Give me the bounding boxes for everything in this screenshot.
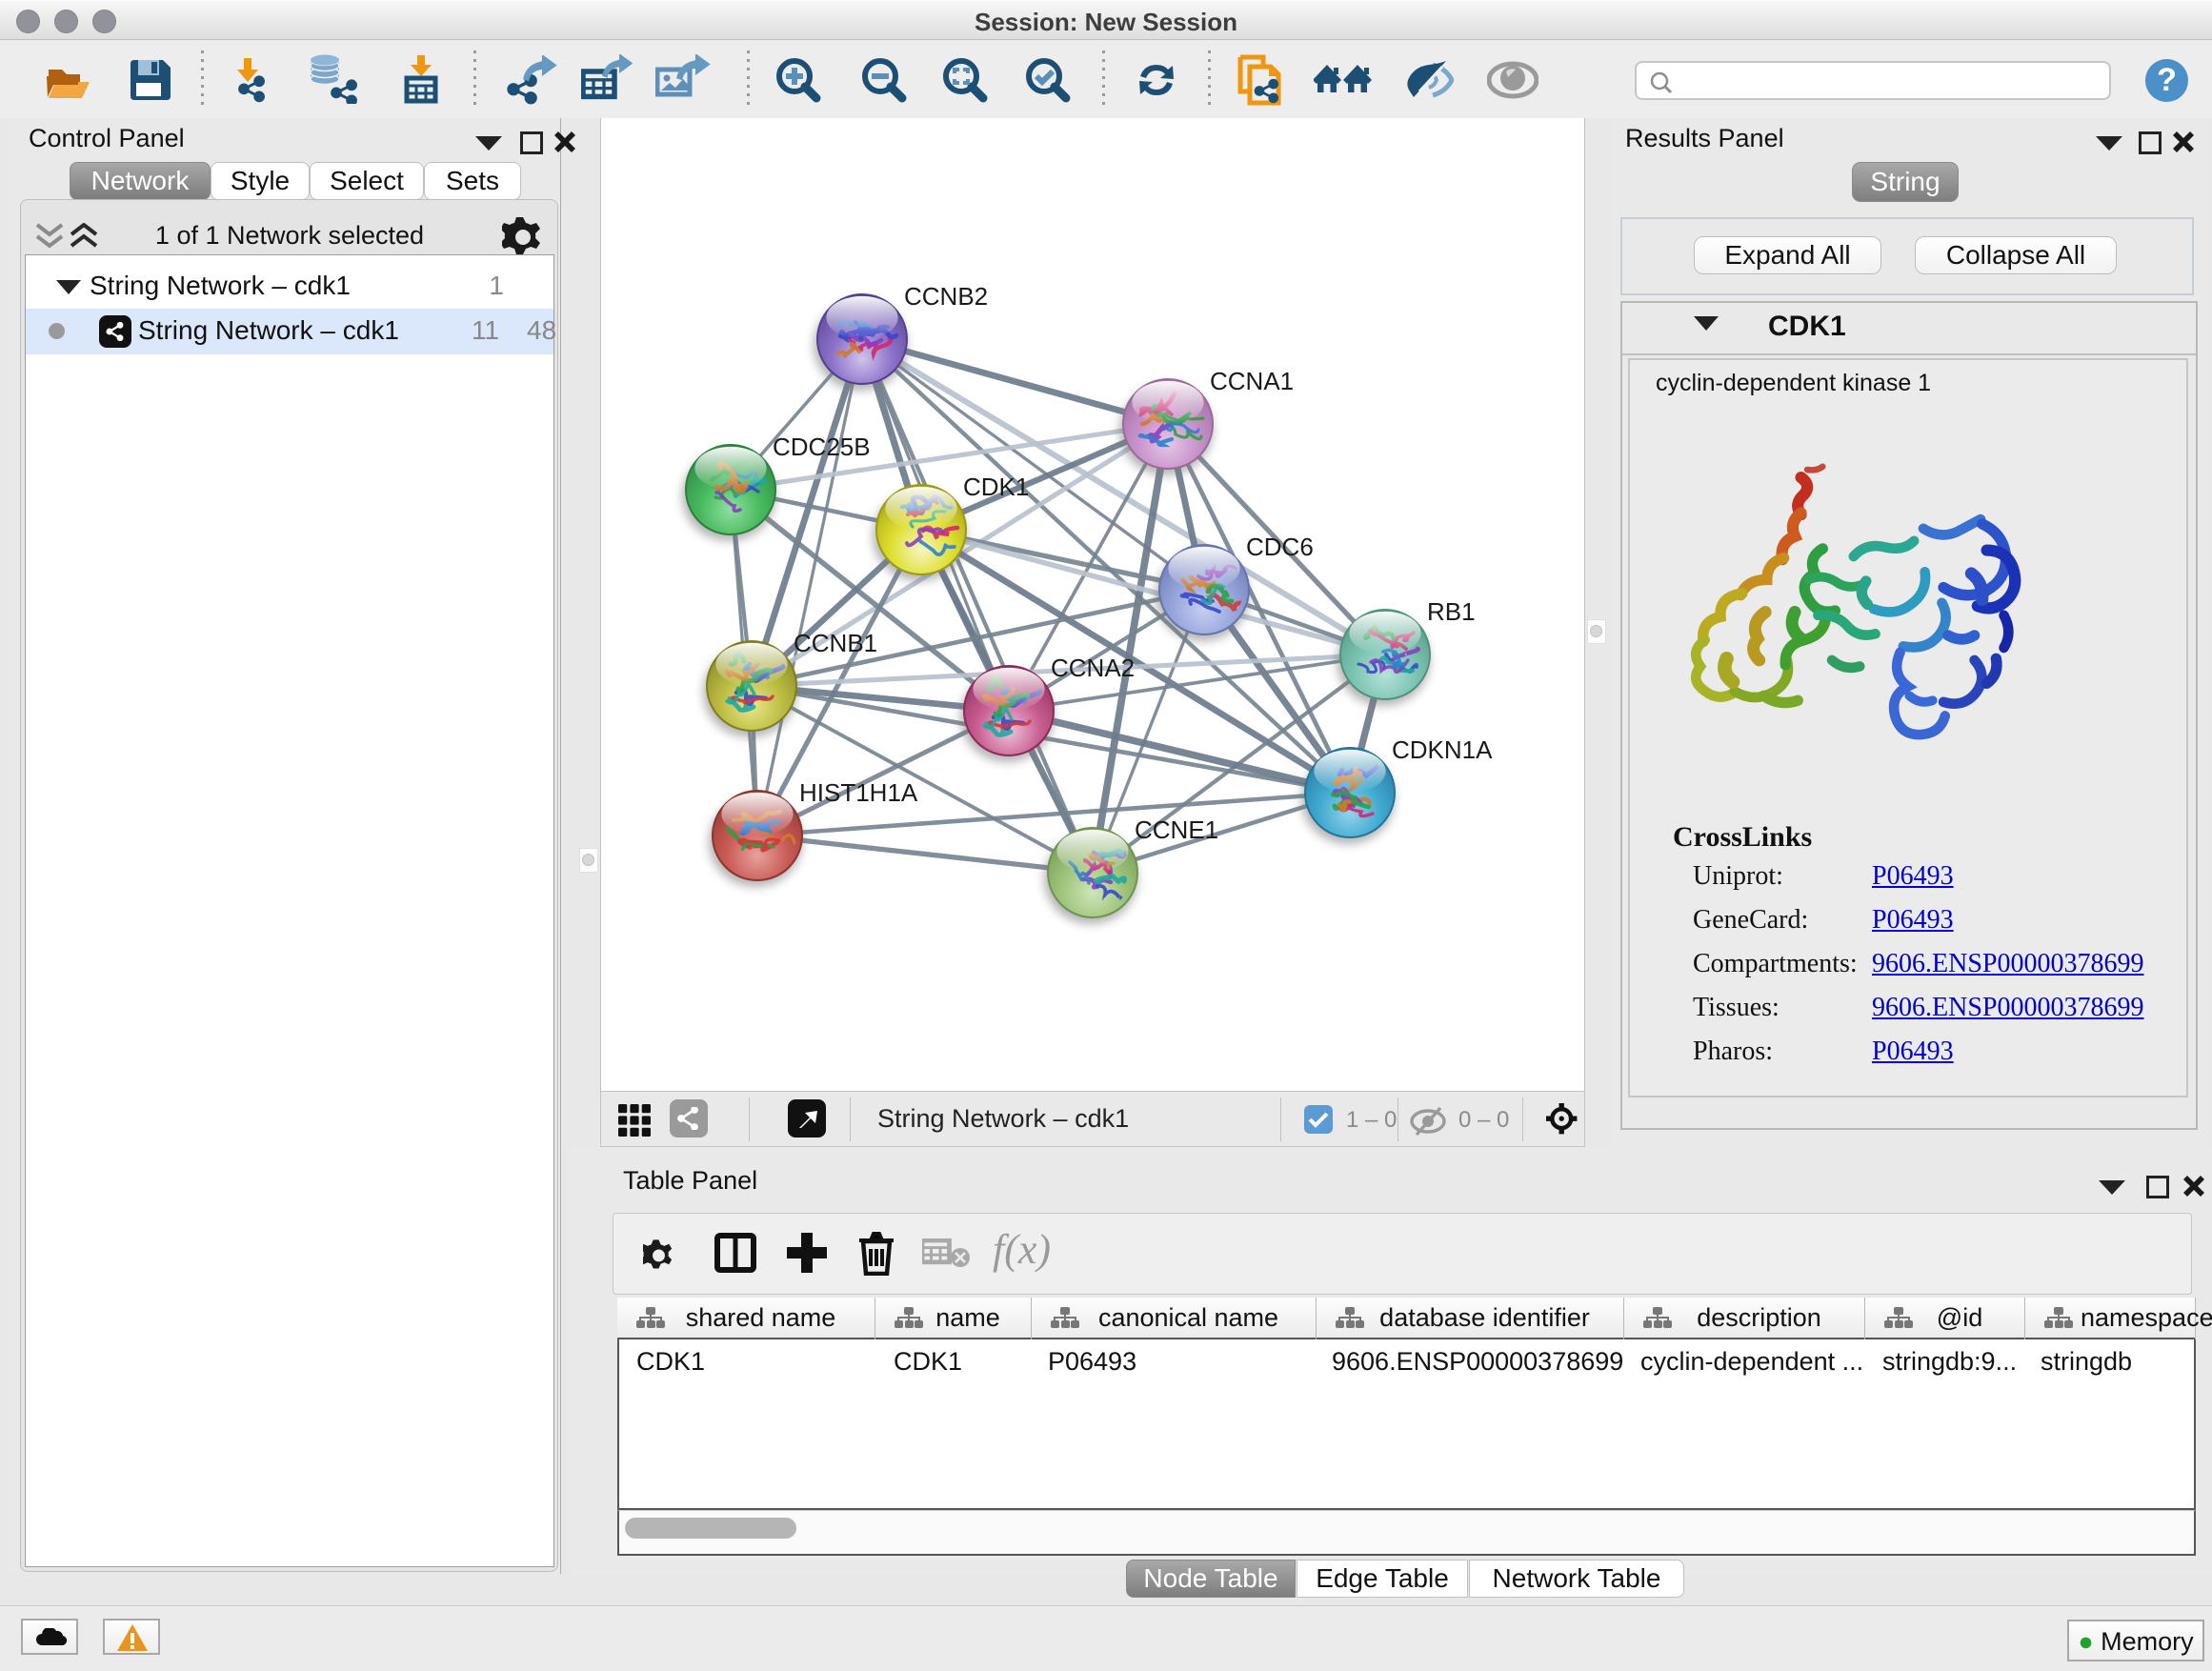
svg-text:CCNB2: CCNB2 [904,282,988,311]
svg-text:CDKN1A: CDKN1A [1392,735,1493,764]
svg-text:HIST1H1A: HIST1H1A [799,778,918,807]
svg-text:CCNA1: CCNA1 [1210,367,1294,395]
svg-text:CDC6: CDC6 [1246,533,1314,561]
svg-text:CCNA2: CCNA2 [1051,654,1135,682]
svg-text:RB1: RB1 [1427,597,1476,626]
svg-text:CCNB1: CCNB1 [794,629,877,657]
svg-text:CCNE1: CCNE1 [1135,815,1218,844]
svg-text:CDC25B: CDC25B [773,433,871,461]
svg-text:CDK1: CDK1 [963,473,1029,501]
